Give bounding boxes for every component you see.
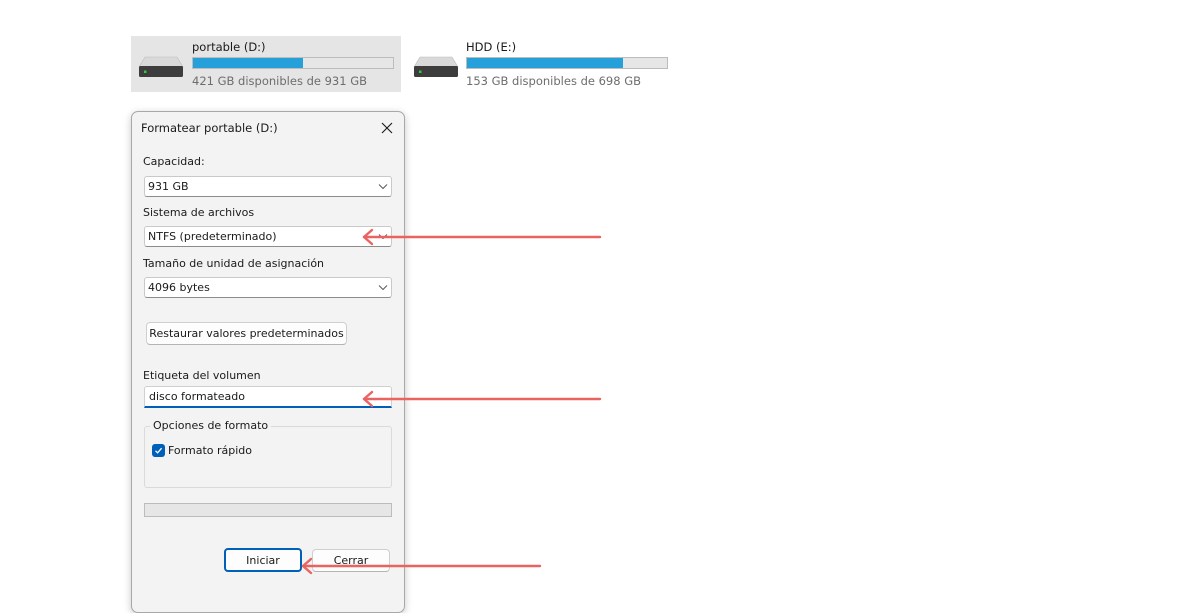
drive-usage-fill — [467, 58, 624, 68]
hard-drive-icon — [413, 56, 459, 77]
format-options-group: Opciones de formato Formato rápido — [144, 419, 392, 488]
start-button[interactable]: Iniciar — [224, 548, 302, 572]
close-button[interactable]: Cerrar — [312, 549, 390, 572]
volume-label-input[interactable] — [144, 386, 392, 408]
volume-label-label: Etiqueta del volumen — [143, 369, 261, 382]
filesystem-select[interactable]: NTFS (predeterminado) — [144, 226, 392, 247]
quick-format-option[interactable]: Formato rápido — [152, 444, 252, 457]
drive-tile-e[interactable]: HDD (E:) 153 GB disponibles de 698 GB — [405, 36, 680, 92]
capacity-label: Capacidad: — [143, 155, 205, 168]
drive-usage-fill — [193, 58, 303, 68]
format-progress-bar — [144, 503, 392, 517]
allocation-select[interactable]: 4096 bytes — [144, 277, 392, 298]
drive-free-space: 421 GB disponibles de 931 GB — [192, 74, 368, 88]
allocation-value: 4096 bytes — [148, 281, 210, 294]
drive-tile-d[interactable]: portable (D:) 421 GB disponibles de 931 … — [131, 36, 401, 92]
capacity-value: 931 GB — [148, 180, 189, 193]
drive-name: portable (D:) — [192, 40, 266, 54]
quick-format-label: Formato rápido — [168, 444, 253, 457]
format-dialog: Formatear portable (D:) Capacidad: 931 G… — [131, 111, 405, 613]
format-options-legend: Opciones de formato — [150, 419, 272, 432]
filesystem-value: NTFS (predeterminado) — [148, 230, 277, 243]
dialog-close-button[interactable] — [373, 115, 401, 141]
drive-free-space: 153 GB disponibles de 698 GB — [466, 74, 642, 88]
chevron-down-icon — [378, 285, 388, 291]
hard-drive-icon — [138, 56, 184, 77]
drive-usage-bar — [466, 57, 668, 69]
dialog-title: Formatear portable (D:) — [141, 121, 278, 135]
chevron-down-icon — [378, 234, 388, 240]
drive-usage-bar — [192, 57, 394, 69]
close-icon — [381, 122, 393, 134]
capacity-select[interactable]: 931 GB — [144, 176, 392, 197]
checkmark-icon — [155, 447, 163, 454]
drive-name: HDD (E:) — [466, 40, 517, 54]
quick-format-checkbox[interactable] — [152, 444, 165, 457]
filesystem-label: Sistema de archivos — [143, 206, 255, 219]
restore-defaults-button[interactable]: Restaurar valores predeterminados — [146, 322, 347, 345]
allocation-label: Tamaño de unidad de asignación — [143, 257, 325, 270]
chevron-down-icon — [378, 184, 388, 190]
